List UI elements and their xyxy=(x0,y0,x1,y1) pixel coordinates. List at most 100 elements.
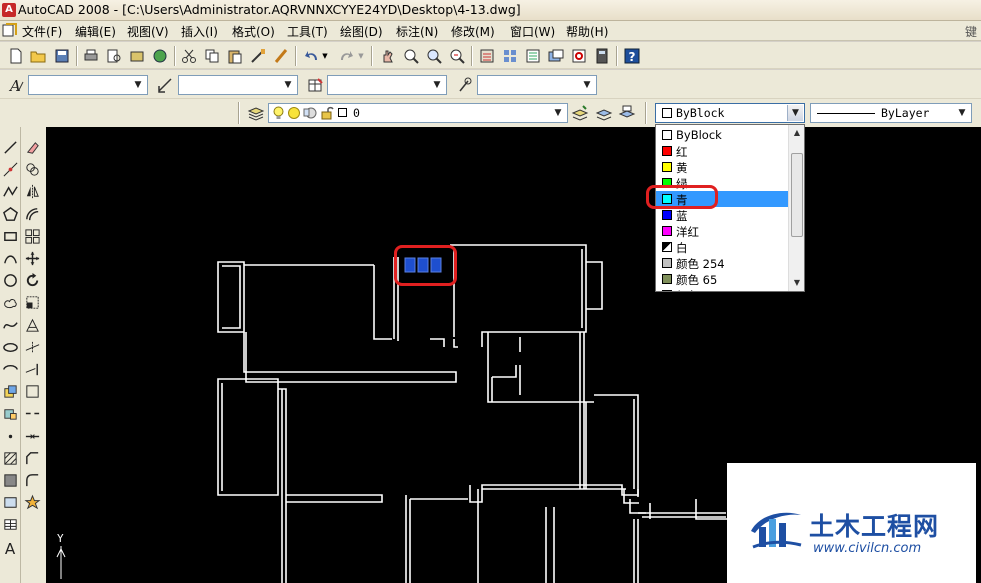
redo-dropdown-icon[interactable]: ▼ xyxy=(356,46,366,66)
color-option[interactable]: 白 xyxy=(656,239,789,255)
menu-draw[interactable]: 绘图(D) xyxy=(340,23,383,40)
fillet-icon[interactable] xyxy=(22,470,42,490)
join-icon[interactable] xyxy=(22,426,42,446)
help-icon[interactable]: ? xyxy=(622,46,642,66)
color-option[interactable]: ByBlock xyxy=(656,127,789,143)
make-block-icon[interactable] xyxy=(0,403,20,423)
linetype-control-combo[interactable]: ByLayer ▼ xyxy=(810,103,972,123)
markup-set-icon[interactable] xyxy=(569,46,589,66)
3d-dwf-icon[interactable] xyxy=(150,46,170,66)
gradient-icon[interactable] xyxy=(0,470,20,490)
table-icon[interactable] xyxy=(0,514,20,534)
copy-object-icon[interactable] xyxy=(22,159,42,179)
print-icon[interactable] xyxy=(81,46,101,66)
zoom-realtime-icon[interactable] xyxy=(401,46,421,66)
offset-icon[interactable] xyxy=(22,204,42,224)
rotate-icon[interactable] xyxy=(22,270,42,290)
layer-on-lightbulb-icon[interactable] xyxy=(272,106,285,120)
menu-view[interactable]: 视图(V) xyxy=(127,23,169,40)
new-file-icon[interactable] xyxy=(6,46,26,66)
erase-icon[interactable] xyxy=(22,137,42,157)
text-style-combo[interactable]: ▼ xyxy=(28,75,148,95)
chevron-down-icon[interactable]: ▼ xyxy=(787,105,803,121)
polygon-icon[interactable] xyxy=(0,204,20,224)
hatch-icon[interactable] xyxy=(0,448,20,468)
multileader-style-icon[interactable] xyxy=(455,75,475,95)
spline-icon[interactable] xyxy=(0,315,20,335)
block-editor-icon[interactable] xyxy=(271,46,291,66)
explode-icon[interactable] xyxy=(22,492,42,512)
mirror-icon[interactable] xyxy=(22,181,42,201)
ellipse-icon[interactable] xyxy=(0,337,20,357)
scroll-thumb[interactable] xyxy=(791,153,803,237)
text-style-icon[interactable]: A xyxy=(6,75,26,95)
color-option[interactable]: 颜色 65 xyxy=(656,271,789,287)
polyline-icon[interactable] xyxy=(0,181,20,201)
multileader-style-combo[interactable]: ▼ xyxy=(477,75,597,95)
menu-modify[interactable]: 修改(M) xyxy=(451,23,495,40)
table-style-icon[interactable] xyxy=(305,75,325,95)
revision-cloud-icon[interactable] xyxy=(0,292,20,312)
rectangle-icon[interactable] xyxy=(0,226,20,246)
undo-icon[interactable] xyxy=(302,46,322,66)
color-option[interactable]: 黄 xyxy=(656,159,789,175)
scroll-up-icon[interactable]: ▲ xyxy=(789,125,804,141)
layer-states-icon[interactable] xyxy=(617,103,637,123)
calculator-icon[interactable] xyxy=(592,46,612,66)
chamfer-icon[interactable] xyxy=(22,448,42,468)
scale-icon[interactable] xyxy=(22,292,42,312)
dim-style-icon[interactable] xyxy=(155,75,175,95)
zoom-previous-icon[interactable] xyxy=(447,46,467,66)
array-icon[interactable] xyxy=(22,226,42,246)
extend-icon[interactable] xyxy=(22,359,42,379)
point-icon[interactable] xyxy=(0,426,20,446)
break-at-point-icon[interactable] xyxy=(22,381,42,401)
circle-icon[interactable] xyxy=(0,270,20,290)
chevron-down-icon[interactable]: ▼ xyxy=(954,105,970,121)
match-properties-icon[interactable] xyxy=(248,46,268,66)
menu-insert[interactable]: 插入(I) xyxy=(181,23,218,40)
properties-icon[interactable] xyxy=(477,46,497,66)
color-option[interactable]: 红 xyxy=(656,143,789,159)
document-menu-icon[interactable] xyxy=(2,23,18,38)
cut-icon[interactable] xyxy=(179,46,199,66)
menu-window[interactable]: 窗口(W) xyxy=(510,23,555,40)
dim-style-combo[interactable]: ▼ xyxy=(178,75,298,95)
paste-icon[interactable] xyxy=(225,46,245,66)
layer-viewport-freeze-icon[interactable] xyxy=(303,106,317,120)
stretch-icon[interactable] xyxy=(22,315,42,335)
sheet-set-icon[interactable] xyxy=(546,46,566,66)
trim-icon[interactable] xyxy=(22,337,42,357)
design-center-icon[interactable] xyxy=(500,46,520,66)
insert-block-icon[interactable] xyxy=(0,381,20,401)
copy-icon[interactable] xyxy=(202,46,222,66)
publish-icon[interactable] xyxy=(127,46,147,66)
line-icon[interactable] xyxy=(0,137,20,157)
color-option[interactable]: 颜色 253 xyxy=(656,287,789,291)
chevron-down-icon[interactable]: ▼ xyxy=(130,77,146,93)
menu-file[interactable]: 文件(F) xyxy=(22,23,62,40)
break-icon[interactable] xyxy=(22,403,42,423)
region-icon[interactable] xyxy=(0,492,20,512)
table-style-combo[interactable]: ▼ xyxy=(327,75,447,95)
color-control-combo[interactable]: ByBlock ▼ xyxy=(655,103,805,123)
ellipse-arc-icon[interactable] xyxy=(0,359,20,379)
menu-edit[interactable]: 编辑(E) xyxy=(75,23,116,40)
multiline-text-icon[interactable]: A xyxy=(0,537,20,557)
autocad-app-icon[interactable]: A xyxy=(2,3,16,17)
color-option[interactable]: 颜色 254 xyxy=(656,255,789,271)
redo-icon[interactable] xyxy=(336,46,356,66)
save-icon[interactable] xyxy=(52,46,72,66)
move-icon[interactable] xyxy=(22,248,42,268)
pan-icon[interactable] xyxy=(378,46,398,66)
undo-dropdown-icon[interactable]: ▼ xyxy=(320,46,330,66)
menu-dimension[interactable]: 标注(N) xyxy=(396,23,438,40)
menu-help[interactable]: 帮助(H) xyxy=(566,23,608,40)
tool-palettes-icon[interactable] xyxy=(523,46,543,66)
chevron-down-icon[interactable]: ▼ xyxy=(550,105,566,121)
menu-format[interactable]: 格式(O) xyxy=(232,23,275,40)
chevron-down-icon[interactable]: ▼ xyxy=(579,77,595,93)
make-layer-current-icon[interactable] xyxy=(570,103,590,123)
arc-icon[interactable] xyxy=(0,248,20,268)
zoom-window-icon[interactable] xyxy=(424,46,444,66)
